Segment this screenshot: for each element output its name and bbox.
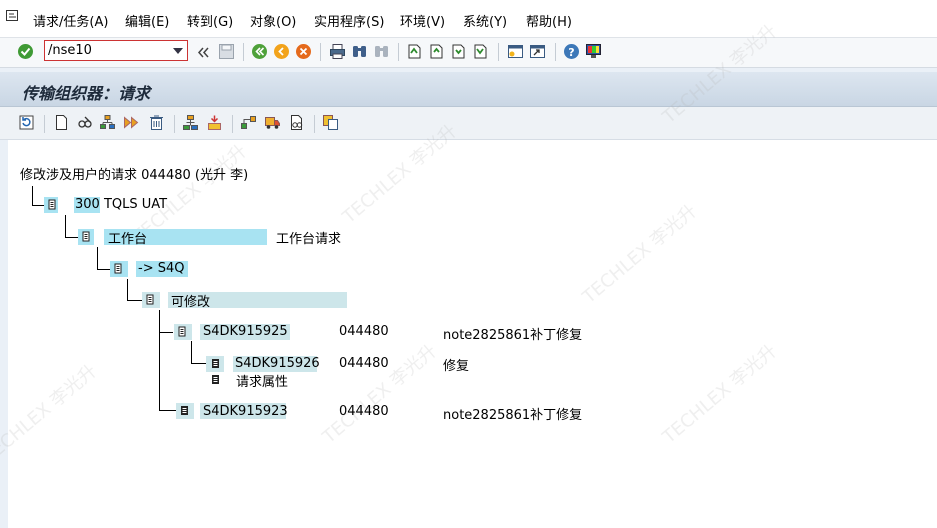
shortcut-icon[interactable] [529, 43, 546, 60]
toolbar-separator [555, 43, 556, 61]
request-desc: note2825861补丁修复 [443, 408, 583, 423]
menu-help[interactable]: 帮助(H) [526, 11, 572, 30]
tree-line [32, 186, 33, 205]
node-target[interactable]: -> S4Q [138, 261, 184, 276]
watermark: TECHLEX 李光升 [658, 340, 782, 448]
task-desc: 修复 [443, 359, 470, 374]
tree-line [159, 310, 160, 410]
toolbar-separator [243, 43, 244, 61]
node-client[interactable]: 300 TQLS UAT [75, 197, 167, 212]
task-doc-icon [212, 359, 219, 368]
document-view-icon[interactable] [288, 114, 305, 131]
standard-toolbar: ? [0, 38, 937, 68]
folder-node-icon [114, 263, 122, 274]
menu-environment[interactable]: 环境(V) [400, 11, 445, 30]
find-icon[interactable] [351, 43, 368, 60]
object-list-icon[interactable] [99, 114, 116, 131]
display-change-icon[interactable] [76, 114, 93, 131]
toolbar-separator [44, 115, 45, 133]
cancel-icon[interactable] [295, 43, 312, 60]
copy-icon[interactable] [322, 114, 339, 131]
menu-edit[interactable]: 编辑(E) [125, 11, 169, 30]
task-id[interactable]: S4DK915926 [235, 356, 320, 371]
toolbar-separator [174, 115, 175, 133]
toolbar-separator [314, 115, 315, 133]
menu-system[interactable]: 系统(Y) [463, 11, 507, 30]
collapse-icon[interactable] [206, 114, 223, 131]
tree-root-label: 修改涉及用户的请求 044480 (光升 李) [20, 168, 249, 183]
node-status[interactable]: 可修改 [171, 291, 210, 310]
menu-request[interactable]: 请求/任务(A) [33, 11, 108, 30]
toolbar-separator [232, 115, 233, 133]
toolbar-separator [498, 43, 499, 61]
attributes-doc-icon [212, 375, 219, 384]
watermark: TECHLEX 李光升 [578, 200, 702, 308]
folder-node-icon [82, 231, 90, 242]
folder-node-icon [178, 326, 186, 337]
toolbar-separator [398, 43, 399, 61]
last-page-icon[interactable] [472, 43, 489, 60]
task-owner: 044480 [339, 356, 389, 371]
menu-utilities[interactable]: 实用程序(S) [314, 11, 384, 30]
tree-line [159, 410, 177, 411]
transport-icon[interactable] [264, 114, 281, 131]
create-icon[interactable] [53, 114, 70, 131]
first-page-icon[interactable] [406, 43, 423, 60]
request-id[interactable]: S4DK915925 [203, 324, 288, 339]
tree-line [65, 237, 79, 238]
watermark: TECHLEX 李光升 [0, 360, 102, 468]
command-input[interactable] [48, 42, 166, 59]
hierarchy-icon[interactable] [240, 114, 257, 131]
node-attributes[interactable]: 请求属性 [236, 371, 288, 390]
title-bar: 传输组织器：请求 [0, 72, 937, 107]
menu-object[interactable]: 对象(O) [250, 11, 296, 30]
print-icon[interactable] [329, 43, 346, 60]
command-dropdown-icon[interactable] [173, 48, 183, 54]
application-toolbar [0, 107, 937, 140]
expand-icon[interactable] [182, 114, 199, 131]
request-desc: note2825861补丁修复 [443, 328, 583, 343]
menu-bar: 请求/任务(A) 编辑(E) 转到(G) 对象(O) 实用程序(S) 环境(V)… [0, 0, 937, 38]
tree-line [191, 341, 192, 363]
menu-goto[interactable]: 转到(G) [187, 11, 233, 30]
delete-icon[interactable] [148, 114, 165, 131]
enter-checkmark-icon[interactable] [17, 43, 34, 60]
page-title: 传输组织器：请求 [22, 84, 151, 103]
command-field[interactable] [44, 40, 188, 61]
tree-line [65, 215, 66, 237]
create-session-icon[interactable] [507, 43, 524, 60]
watermark: TECHLEX 李光升 [318, 340, 442, 448]
request-owner: 044480 [339, 324, 389, 339]
request-tree: TECHLEX 李光升 TECHLEX 李光升 TECHLEX 李光升 TECH… [0, 20, 937, 528]
previous-page-icon[interactable] [428, 43, 445, 60]
tree-line [127, 279, 128, 300]
node-category-desc: 工作台请求 [276, 232, 342, 247]
back-icon[interactable] [251, 43, 268, 60]
tree-line [97, 269, 111, 270]
find-next-icon[interactable] [373, 43, 390, 60]
next-page-icon[interactable] [450, 43, 467, 60]
customize-layout-icon[interactable] [585, 43, 602, 60]
help-icon[interactable]: ? [563, 43, 580, 60]
save-icon[interactable] [218, 43, 235, 60]
request-owner: 044480 [339, 404, 389, 419]
folder-node-icon [146, 294, 154, 305]
double-chevron-left-icon[interactable] [195, 44, 212, 61]
app-menu-icon[interactable] [6, 10, 20, 22]
folder-node-icon [48, 199, 56, 210]
tree-line [97, 247, 98, 269]
tree-line [127, 300, 142, 301]
tree-line [191, 363, 206, 364]
toolbar-separator [320, 43, 321, 61]
refresh-icon[interactable] [18, 114, 35, 131]
request-id[interactable]: S4DK915923 [203, 404, 288, 419]
request-doc-icon [181, 406, 188, 415]
exit-icon[interactable] [273, 43, 290, 60]
tree-line [159, 332, 173, 333]
release-icon[interactable] [123, 114, 140, 131]
svg-text:?: ? [568, 46, 574, 59]
node-category[interactable]: 工作台 [108, 228, 147, 247]
